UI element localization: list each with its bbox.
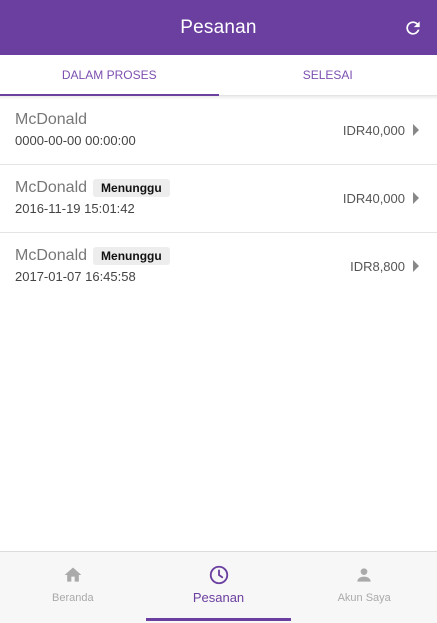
tab-selesai[interactable]: SELESAI xyxy=(219,55,437,95)
merchant-line: McDonald Menunggu xyxy=(15,247,170,265)
refresh-icon xyxy=(406,21,420,35)
order-tabs: DALAM PROSES SELESAI xyxy=(0,55,437,96)
status-badge: Menunggu xyxy=(93,179,170,197)
order-price: IDR40,000 xyxy=(342,191,405,206)
order-price: IDR8,800 xyxy=(350,259,405,274)
status-badge: Menunggu xyxy=(93,247,170,265)
nav-item-akun-saya[interactable]: Akun Saya xyxy=(291,552,437,623)
merchant-line: McDonald xyxy=(15,111,87,129)
order-row[interactable]: McDonald 0000-00-00 00:00:00 IDR40,000 xyxy=(0,97,437,165)
order-date: 0000-00-00 00:00:00 xyxy=(15,133,136,148)
nav-label: Akun Saya xyxy=(337,592,391,604)
order-date: 2016-11-19 15:01:42 xyxy=(15,201,135,216)
user-icon xyxy=(353,564,375,586)
order-date: 2017-01-07 16:45:58 xyxy=(15,269,136,284)
bottom-nav: Beranda Pesanan Akun Saya xyxy=(0,551,437,623)
merchant-name: McDonald xyxy=(15,111,88,128)
nav-item-pesanan[interactable]: Pesanan xyxy=(145,552,292,623)
refresh-button[interactable] xyxy=(401,16,425,40)
chevron-right-icon xyxy=(413,260,419,272)
order-price: IDR40,000 xyxy=(342,123,405,138)
nav-label: Beranda xyxy=(52,592,94,604)
merchant-name: McDonald xyxy=(15,179,88,196)
order-row[interactable]: McDonald Menunggu 2017-01-07 16:45:58 ID… xyxy=(0,233,437,301)
merchant-line: McDonald Menunggu xyxy=(15,179,170,197)
nav-label: Pesanan xyxy=(192,590,245,605)
chevron-right-icon xyxy=(413,124,419,136)
order-list: McDonald 0000-00-00 00:00:00 IDR40,000 M… xyxy=(0,97,437,301)
tab-label: SELESAI xyxy=(302,68,353,82)
nav-item-beranda[interactable]: Beranda xyxy=(0,552,146,623)
order-row[interactable]: McDonald Menunggu 2016-11-19 15:01:42 ID… xyxy=(0,165,437,233)
merchant-name: McDonald xyxy=(15,247,88,264)
home-icon xyxy=(62,564,84,586)
page-title: Pesanan xyxy=(180,16,257,38)
tab-label: DALAM PROSES xyxy=(61,68,157,82)
chevron-right-icon xyxy=(413,192,419,204)
clock-icon xyxy=(208,564,230,586)
app-header: Pesanan xyxy=(0,0,437,55)
tab-dalam-proses[interactable]: DALAM PROSES xyxy=(0,55,219,96)
